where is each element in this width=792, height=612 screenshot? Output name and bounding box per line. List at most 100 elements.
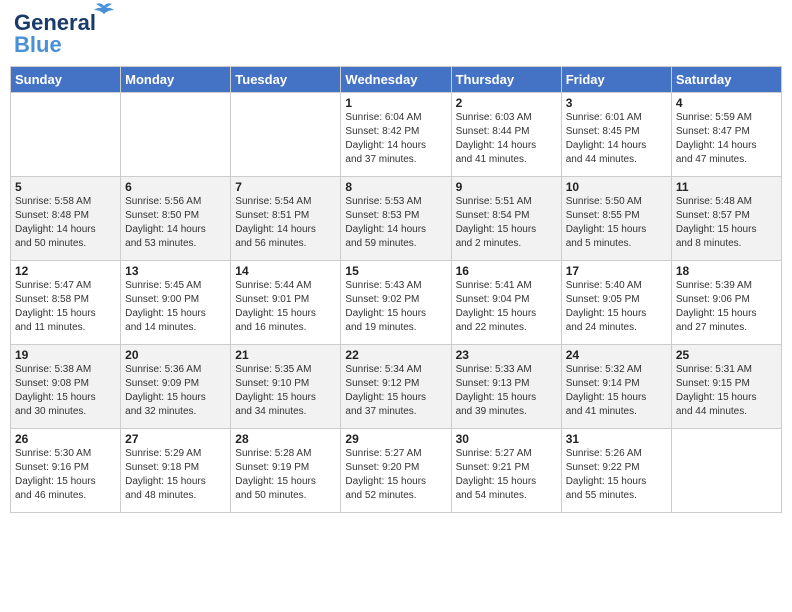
cell-daylight-info: Sunrise: 5:54 AM Sunset: 8:51 PM Dayligh… <box>235 195 336 251</box>
cell-daylight-info: Sunrise: 5:39 AM Sunset: 9:06 PM Dayligh… <box>676 279 777 335</box>
calendar-cell-r0-c3: 1Sunrise: 6:04 AM Sunset: 8:42 PM Daylig… <box>341 93 451 177</box>
weekday-header-monday: Monday <box>121 67 231 93</box>
calendar-cell-r4-c4: 30Sunrise: 5:27 AM Sunset: 9:21 PM Dayli… <box>451 429 561 513</box>
day-number: 19 <box>15 348 116 362</box>
cell-daylight-info: Sunrise: 5:27 AM Sunset: 9:21 PM Dayligh… <box>456 447 557 503</box>
calendar-cell-r2-c6: 18Sunrise: 5:39 AM Sunset: 9:06 PM Dayli… <box>671 261 781 345</box>
cell-daylight-info: Sunrise: 5:32 AM Sunset: 9:14 PM Dayligh… <box>566 363 667 419</box>
calendar-cell-r4-c6 <box>671 429 781 513</box>
weekday-header-row: SundayMondayTuesdayWednesdayThursdayFrid… <box>11 67 782 93</box>
day-number: 28 <box>235 432 336 446</box>
calendar-cell-r1-c0: 5Sunrise: 5:58 AM Sunset: 8:48 PM Daylig… <box>11 177 121 261</box>
cell-daylight-info: Sunrise: 5:41 AM Sunset: 9:04 PM Dayligh… <box>456 279 557 335</box>
calendar-cell-r1-c5: 10Sunrise: 5:50 AM Sunset: 8:55 PM Dayli… <box>561 177 671 261</box>
calendar-cell-r4-c0: 26Sunrise: 5:30 AM Sunset: 9:16 PM Dayli… <box>11 429 121 513</box>
cell-daylight-info: Sunrise: 5:26 AM Sunset: 9:22 PM Dayligh… <box>566 447 667 503</box>
weekday-header-wednesday: Wednesday <box>341 67 451 93</box>
cell-daylight-info: Sunrise: 5:40 AM Sunset: 9:05 PM Dayligh… <box>566 279 667 335</box>
day-number: 11 <box>676 180 777 194</box>
weekday-header-tuesday: Tuesday <box>231 67 341 93</box>
cell-daylight-info: Sunrise: 5:56 AM Sunset: 8:50 PM Dayligh… <box>125 195 226 251</box>
calendar-cell-r1-c2: 7Sunrise: 5:54 AM Sunset: 8:51 PM Daylig… <box>231 177 341 261</box>
calendar-row-1: 5Sunrise: 5:58 AM Sunset: 8:48 PM Daylig… <box>11 177 782 261</box>
cell-daylight-info: Sunrise: 5:43 AM Sunset: 9:02 PM Dayligh… <box>345 279 446 335</box>
cell-daylight-info: Sunrise: 5:38 AM Sunset: 9:08 PM Dayligh… <box>15 363 116 419</box>
day-number: 29 <box>345 432 446 446</box>
day-number: 6 <box>125 180 226 194</box>
calendar-cell-r2-c1: 13Sunrise: 5:45 AM Sunset: 9:00 PM Dayli… <box>121 261 231 345</box>
calendar-cell-r3-c0: 19Sunrise: 5:38 AM Sunset: 9:08 PM Dayli… <box>11 345 121 429</box>
calendar-cell-r4-c1: 27Sunrise: 5:29 AM Sunset: 9:18 PM Dayli… <box>121 429 231 513</box>
cell-daylight-info: Sunrise: 5:59 AM Sunset: 8:47 PM Dayligh… <box>676 111 777 167</box>
calendar-cell-r4-c5: 31Sunrise: 5:26 AM Sunset: 9:22 PM Dayli… <box>561 429 671 513</box>
cell-daylight-info: Sunrise: 5:51 AM Sunset: 8:54 PM Dayligh… <box>456 195 557 251</box>
day-number: 15 <box>345 264 446 278</box>
calendar-header: SundayMondayTuesdayWednesdayThursdayFrid… <box>11 67 782 93</box>
cell-daylight-info: Sunrise: 6:01 AM Sunset: 8:45 PM Dayligh… <box>566 111 667 167</box>
cell-daylight-info: Sunrise: 6:04 AM Sunset: 8:42 PM Dayligh… <box>345 111 446 167</box>
calendar-body: 1Sunrise: 6:04 AM Sunset: 8:42 PM Daylig… <box>11 93 782 513</box>
cell-daylight-info: Sunrise: 5:53 AM Sunset: 8:53 PM Dayligh… <box>345 195 446 251</box>
cell-daylight-info: Sunrise: 5:27 AM Sunset: 9:20 PM Dayligh… <box>345 447 446 503</box>
day-number: 13 <box>125 264 226 278</box>
day-number: 16 <box>456 264 557 278</box>
cell-daylight-info: Sunrise: 5:33 AM Sunset: 9:13 PM Dayligh… <box>456 363 557 419</box>
calendar-cell-r0-c1 <box>121 93 231 177</box>
cell-daylight-info: Sunrise: 5:45 AM Sunset: 9:00 PM Dayligh… <box>125 279 226 335</box>
cell-daylight-info: Sunrise: 5:44 AM Sunset: 9:01 PM Dayligh… <box>235 279 336 335</box>
calendar-cell-r3-c4: 23Sunrise: 5:33 AM Sunset: 9:13 PM Dayli… <box>451 345 561 429</box>
calendar-table: SundayMondayTuesdayWednesdayThursdayFrid… <box>10 66 782 513</box>
day-number: 4 <box>676 96 777 110</box>
day-number: 7 <box>235 180 336 194</box>
logo: General Blue <box>14 10 96 58</box>
calendar-cell-r3-c3: 22Sunrise: 5:34 AM Sunset: 9:12 PM Dayli… <box>341 345 451 429</box>
cell-daylight-info: Sunrise: 5:30 AM Sunset: 9:16 PM Dayligh… <box>15 447 116 503</box>
logo-general: General <box>14 10 96 35</box>
calendar-cell-r3-c5: 24Sunrise: 5:32 AM Sunset: 9:14 PM Dayli… <box>561 345 671 429</box>
cell-daylight-info: Sunrise: 5:34 AM Sunset: 9:12 PM Dayligh… <box>345 363 446 419</box>
day-number: 23 <box>456 348 557 362</box>
day-number: 3 <box>566 96 667 110</box>
day-number: 10 <box>566 180 667 194</box>
calendar-cell-r1-c1: 6Sunrise: 5:56 AM Sunset: 8:50 PM Daylig… <box>121 177 231 261</box>
calendar-cell-r4-c2: 28Sunrise: 5:28 AM Sunset: 9:19 PM Dayli… <box>231 429 341 513</box>
calendar-cell-r3-c6: 25Sunrise: 5:31 AM Sunset: 9:15 PM Dayli… <box>671 345 781 429</box>
logo-bird-icon <box>94 2 114 16</box>
cell-daylight-info: Sunrise: 5:36 AM Sunset: 9:09 PM Dayligh… <box>125 363 226 419</box>
day-number: 25 <box>676 348 777 362</box>
day-number: 9 <box>456 180 557 194</box>
calendar-cell-r2-c0: 12Sunrise: 5:47 AM Sunset: 8:58 PM Dayli… <box>11 261 121 345</box>
day-number: 20 <box>125 348 226 362</box>
calendar-cell-r0-c6: 4Sunrise: 5:59 AM Sunset: 8:47 PM Daylig… <box>671 93 781 177</box>
page-header: General Blue <box>10 10 782 58</box>
calendar-cell-r3-c2: 21Sunrise: 5:35 AM Sunset: 9:10 PM Dayli… <box>231 345 341 429</box>
cell-daylight-info: Sunrise: 5:29 AM Sunset: 9:18 PM Dayligh… <box>125 447 226 503</box>
calendar-cell-r4-c3: 29Sunrise: 5:27 AM Sunset: 9:20 PM Dayli… <box>341 429 451 513</box>
day-number: 17 <box>566 264 667 278</box>
day-number: 5 <box>15 180 116 194</box>
calendar-cell-r0-c0 <box>11 93 121 177</box>
day-number: 31 <box>566 432 667 446</box>
calendar-cell-r2-c3: 15Sunrise: 5:43 AM Sunset: 9:02 PM Dayli… <box>341 261 451 345</box>
day-number: 12 <box>15 264 116 278</box>
calendar-cell-r1-c3: 8Sunrise: 5:53 AM Sunset: 8:53 PM Daylig… <box>341 177 451 261</box>
cell-daylight-info: Sunrise: 6:03 AM Sunset: 8:44 PM Dayligh… <box>456 111 557 167</box>
day-number: 14 <box>235 264 336 278</box>
calendar-cell-r1-c6: 11Sunrise: 5:48 AM Sunset: 8:57 PM Dayli… <box>671 177 781 261</box>
cell-daylight-info: Sunrise: 5:31 AM Sunset: 9:15 PM Dayligh… <box>676 363 777 419</box>
day-number: 24 <box>566 348 667 362</box>
calendar-cell-r0-c5: 3Sunrise: 6:01 AM Sunset: 8:45 PM Daylig… <box>561 93 671 177</box>
calendar-cell-r0-c2 <box>231 93 341 177</box>
calendar-cell-r2-c4: 16Sunrise: 5:41 AM Sunset: 9:04 PM Dayli… <box>451 261 561 345</box>
weekday-header-sunday: Sunday <box>11 67 121 93</box>
cell-daylight-info: Sunrise: 5:47 AM Sunset: 8:58 PM Dayligh… <box>15 279 116 335</box>
day-number: 8 <box>345 180 446 194</box>
cell-daylight-info: Sunrise: 5:48 AM Sunset: 8:57 PM Dayligh… <box>676 195 777 251</box>
cell-daylight-info: Sunrise: 5:35 AM Sunset: 9:10 PM Dayligh… <box>235 363 336 419</box>
cell-daylight-info: Sunrise: 5:58 AM Sunset: 8:48 PM Dayligh… <box>15 195 116 251</box>
calendar-row-4: 26Sunrise: 5:30 AM Sunset: 9:16 PM Dayli… <box>11 429 782 513</box>
day-number: 1 <box>345 96 446 110</box>
calendar-cell-r2-c2: 14Sunrise: 5:44 AM Sunset: 9:01 PM Dayli… <box>231 261 341 345</box>
day-number: 27 <box>125 432 226 446</box>
calendar-row-2: 12Sunrise: 5:47 AM Sunset: 8:58 PM Dayli… <box>11 261 782 345</box>
